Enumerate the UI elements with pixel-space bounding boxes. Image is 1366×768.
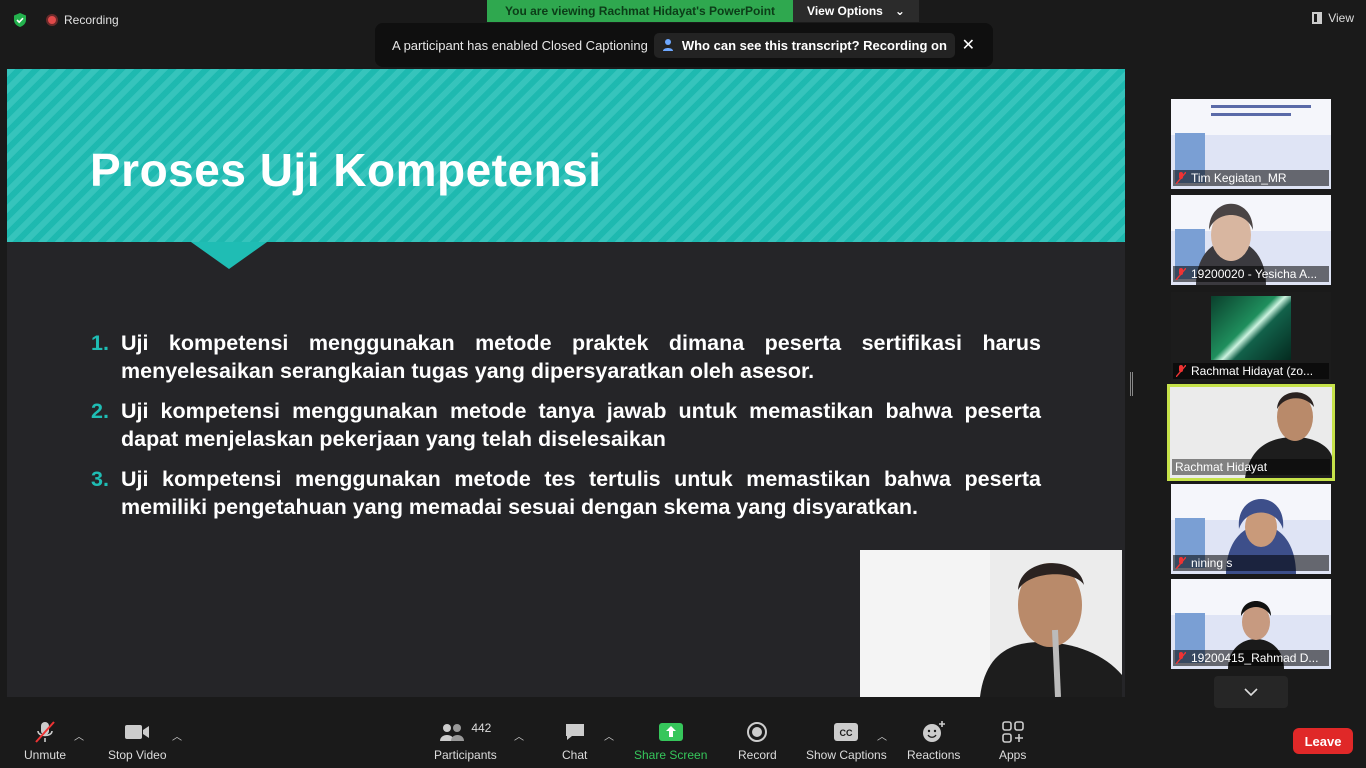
show-captions-label: Show Captions [806, 748, 887, 762]
participant-tile[interactable]: 19200020 - Yesicha A... [1171, 195, 1331, 285]
transcript-visibility-button[interactable]: Who can see this transcript? Recording o… [653, 32, 955, 58]
apps-button[interactable]: Apps [999, 720, 1026, 762]
participant-name-tag: Tim Kegiatan_MR [1173, 170, 1329, 186]
participants-label: Participants [434, 748, 497, 762]
thumb-line [1211, 113, 1291, 116]
participants-count: 442 [471, 721, 492, 735]
participant-name: nining s [1191, 556, 1233, 570]
participant-tile[interactable]: 19200415_Rahmad D... [1171, 579, 1331, 669]
muted-mic-icon [33, 720, 57, 744]
presenter-video-image [860, 550, 1122, 697]
video-options-caret-icon[interactable]: ︿ [172, 728, 182, 743]
presenter-camera-overlay[interactable] [860, 550, 1122, 697]
muted-mic-icon [1176, 172, 1186, 184]
list-number: 2. [91, 399, 109, 423]
record-icon [746, 720, 768, 744]
participant-name: 19200415_Rahmad D... [1191, 651, 1319, 665]
participants-button[interactable]: 442 Participants [434, 720, 497, 762]
list-text: Uji kompetensi menggunakan metode tes te… [121, 467, 1041, 519]
participant-name-tag: 19200415_Rahmad D... [1173, 650, 1329, 666]
participants-icon: 442 [439, 720, 491, 744]
participant-name-tag: Rachmat Hidayat [1172, 459, 1330, 475]
list-item: 3. Uji kompetensi menggunakan metode tes… [91, 465, 1041, 521]
zoom-meeting-window: Recording You are viewing Rachmat Hidaya… [0, 0, 1366, 768]
audio-options-caret-icon[interactable]: ︿ [74, 728, 84, 743]
participant-name: Rachmat Hidayat (zo... [1191, 364, 1314, 378]
stop-video-label: Stop Video [108, 748, 167, 762]
slide-list: 1. Uji kompetensi menggunakan metode pra… [91, 329, 1041, 533]
recording-indicator[interactable]: Recording [46, 13, 119, 27]
list-item: 2. Uji kompetensi menggunakan metode tan… [91, 397, 1041, 453]
cc-banner-message: A participant has enabled Closed Caption… [392, 37, 648, 53]
view-layout-button[interactable]: View [1312, 11, 1354, 25]
participant-tile[interactable]: Rachmat Hidayat (zo... [1171, 292, 1331, 382]
share-screen-label: Share Screen [634, 748, 708, 762]
muted-mic-icon [1176, 652, 1186, 664]
participant-tile[interactable]: Tim Kegiatan_MR [1171, 99, 1331, 189]
transcript-visibility-label: Who can see this transcript? Recording o… [681, 37, 947, 53]
apps-label: Apps [999, 748, 1027, 762]
participant-name: Tim Kegiatan_MR [1191, 171, 1287, 185]
show-captions-button[interactable]: CC Show Captions [806, 720, 887, 762]
chevron-down-icon: ⌄ [894, 4, 905, 18]
record-label: Record [738, 748, 777, 762]
reactions-button[interactable]: Reactions [907, 720, 960, 762]
slide-title: Proses Uji Kompetensi [90, 144, 602, 196]
chat-label: Chat [562, 748, 588, 762]
list-number: 1. [91, 331, 109, 355]
captions-options-caret-icon[interactable]: ︿ [877, 728, 887, 743]
record-button[interactable]: Record [738, 720, 777, 762]
participant-name-tag: nining s [1173, 555, 1329, 571]
unmute-label: Unmute [24, 748, 67, 762]
participants-options-caret-icon[interactable]: ︿ [514, 728, 524, 743]
participant-video-image [1211, 296, 1291, 360]
security-shield-icon[interactable] [12, 12, 28, 28]
chevron-down-icon [1244, 688, 1258, 696]
recording-label: Recording [64, 13, 119, 27]
participant-name: 19200020 - Yesicha A... [1191, 267, 1318, 281]
reactions-label: Reactions [907, 748, 961, 762]
share-screen-button[interactable]: Share Screen [634, 720, 707, 762]
list-item: 1. Uji kompetensi menggunakan metode pra… [91, 329, 1041, 385]
muted-mic-icon [1176, 268, 1186, 280]
list-number: 3. [91, 467, 109, 491]
view-options-button[interactable]: View Options ⌄ [793, 0, 919, 22]
svg-text:CC: CC [840, 728, 853, 738]
panel-resize-handle[interactable] [1130, 372, 1133, 396]
smiley-plus-icon [922, 720, 946, 744]
muted-mic-icon [1176, 557, 1186, 569]
viewing-label: You are viewing Rachmat Hidayat's PowerP… [487, 0, 794, 22]
chat-options-caret-icon[interactable]: ︿ [604, 728, 614, 743]
video-camera-icon [124, 720, 150, 744]
active-speaker-tile[interactable]: Rachmat Hidayat [1167, 384, 1335, 481]
stop-video-button[interactable]: Stop Video [108, 720, 167, 762]
leave-button[interactable]: Leave [1293, 728, 1353, 754]
participant-name-tag: Rachmat Hidayat (zo... [1173, 363, 1329, 379]
meeting-toolbar: Unmute ︿ Stop Video ︿ 442 Participants ︿… [0, 708, 1366, 768]
closed-captions-icon: CC [834, 720, 859, 744]
thumb-line [1211, 105, 1311, 108]
recording-dot-icon [46, 14, 58, 26]
participant-name-tag: 19200020 - Yesicha A... [1173, 266, 1329, 282]
view-options-label: View Options [807, 4, 883, 18]
layout-icon [1312, 12, 1323, 24]
chat-button[interactable]: Chat [562, 720, 587, 762]
unmute-button[interactable]: Unmute [24, 720, 66, 762]
close-icon[interactable]: ✕ [962, 35, 975, 55]
muted-mic-icon [1176, 365, 1186, 377]
closed-caption-banner: A participant has enabled Closed Caption… [375, 23, 993, 67]
apps-icon [1001, 720, 1024, 744]
list-text: Uji kompetensi menggunakan metode tanya … [121, 399, 1041, 451]
person-info-icon [662, 39, 673, 51]
viewing-bar: You are viewing Rachmat Hidayat's PowerP… [487, 0, 919, 22]
list-text: Uji kompetensi menggunakan metode prakte… [121, 331, 1041, 383]
participant-name: Rachmat Hidayat [1175, 460, 1268, 474]
chat-bubble-icon [564, 720, 586, 744]
participant-tile[interactable]: nining s [1171, 484, 1331, 574]
share-screen-icon [658, 720, 683, 744]
view-label: View [1328, 11, 1354, 25]
gallery-scroll-down-button[interactable] [1214, 676, 1288, 708]
